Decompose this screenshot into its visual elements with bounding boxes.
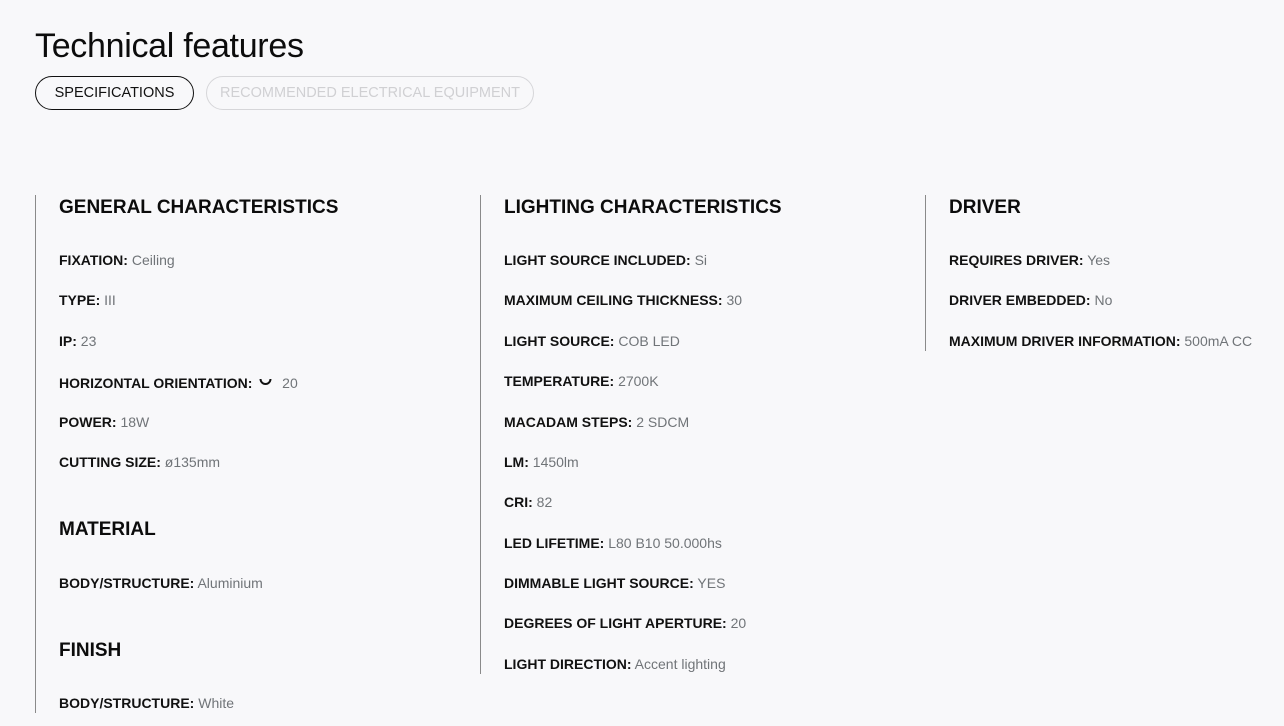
spec-value: No [1094,292,1113,308]
spec-value: 82 [536,494,553,510]
spec-key: DIMMABLE LIGHT SOURCE: [504,575,694,591]
spec-key: BODY/STRUCTURE: [59,695,195,711]
spec-value: 2700K [618,373,659,389]
spec-key: BODY/STRUCTURE: [59,575,195,591]
spec-value: 1450lm [532,454,579,470]
spec-row-led-lifetime: LED LIFETIME: L80 B10 50.000hs [504,534,722,552]
driver-column: DRIVER REQUIRES DRIVER: Yes DRIVER EMBED… [925,195,1275,351]
rotation-arc-icon [259,372,272,385]
spec-value: III [104,292,116,308]
spec-row-light-source-included: LIGHT SOURCE INCLUDED: Si [504,251,707,269]
spec-row-dimmable: DIMMABLE LIGHT SOURCE: YES [504,574,725,592]
spec-value: 23 [80,333,97,349]
spec-row-cutting-size: CUTTING SIZE: ø135mm [59,453,220,471]
spec-value: 20 [282,375,298,391]
spec-key: LIGHT SOURCE INCLUDED: [504,252,691,268]
spec-key: DRIVER EMBEDDED: [949,292,1091,308]
spec-key: LM: [504,454,529,470]
spec-value: 2 SDCM [636,414,690,430]
spec-key: CRI: [504,494,533,510]
spec-key: TYPE: [59,292,101,308]
spec-key: LED LIFETIME: [504,535,605,551]
spec-key: CUTTING SIZE: [59,454,161,470]
tab-recommended-electrical-equipment[interactable]: RECOMMENDED ELECTRICAL EQUIPMENT [206,76,534,110]
spec-value: Aluminium [197,575,263,591]
spec-key: MAXIMUM CEILING THICKNESS: [504,292,723,308]
spec-value: White [198,695,235,711]
material-title: MATERIAL [59,519,156,540]
spec-row-lm: LM: 1450lm [504,453,579,471]
spec-key: TEMPERATURE: [504,373,615,389]
spec-value: L80 B10 50.000hs [608,535,722,551]
spec-key: POWER: [59,414,117,430]
spec-key: LIGHT DIRECTION: [504,656,632,672]
finish-title: FINISH [59,640,122,661]
spec-value: Accent lighting [634,656,726,672]
spec-row-light-aperture: DEGREES OF LIGHT APERTURE: 20 [504,614,746,632]
spec-key: IP: [59,333,77,349]
spec-value: 18W [120,414,150,430]
page-title: Technical features [35,27,304,65]
spec-value: COB LED [618,333,680,349]
spec-row-max-ceiling-thickness: MAXIMUM CEILING THICKNESS: 30 [504,291,742,309]
general-characteristics-title: GENERAL CHARACTERISTICS [59,197,339,218]
spec-value: 30 [726,292,743,308]
spec-value: Yes [1087,252,1111,268]
spec-key: DEGREES OF LIGHT APERTURE: [504,615,727,631]
spec-row-macadam-steps: MACADAM STEPS: 2 SDCM [504,413,689,431]
spec-key: FIXATION: [59,252,128,268]
spec-row-type: TYPE: III [59,291,116,309]
general-column: GENERAL CHARACTERISTICS FIXATION: Ceilin… [35,195,475,713]
spec-value: Ceiling [131,252,175,268]
tab-specifications[interactable]: SPECIFICATIONS [35,76,194,110]
spec-key: MAXIMUM DRIVER INFORMATION: [949,333,1181,349]
spec-key: LIGHT SOURCE: [504,333,615,349]
spec-row-horizontal-orientation: HORIZONTAL ORIENTATION: 20 [59,372,298,392]
spec-value: YES [697,575,726,591]
spec-value: 20 [730,615,747,631]
spec-row-power: POWER: 18W [59,413,149,431]
spec-key: REQUIRES DRIVER: [949,252,1084,268]
lighting-column: LIGHTING CHARACTERISTICS LIGHT SOURCE IN… [480,195,920,674]
spec-value: ø135mm [164,454,221,470]
lighting-characteristics-title: LIGHTING CHARACTERISTICS [504,197,782,218]
spec-row-cri: CRI: 82 [504,493,552,511]
driver-title: DRIVER [949,197,1021,218]
tab-bar: SPECIFICATIONS RECOMMENDED ELECTRICAL EQ… [35,76,534,110]
spec-row-light-direction: LIGHT DIRECTION: Accent lighting [504,655,726,673]
spec-row-fixation: FIXATION: Ceiling [59,251,175,269]
spec-row-ip: IP: 23 [59,332,96,350]
spec-row-temperature: TEMPERATURE: 2700K [504,372,659,390]
spec-row-material-body: BODY/STRUCTURE: Aluminium [59,574,263,592]
spec-row-driver-embedded: DRIVER EMBEDDED: No [949,291,1112,309]
spec-value: Si [694,252,708,268]
spec-row-light-source: LIGHT SOURCE: COB LED [504,332,680,350]
spec-row-max-driver-info: MAXIMUM DRIVER INFORMATION: 500mA CC [949,332,1252,350]
spec-key: MACADAM STEPS: [504,414,633,430]
spec-key: HORIZONTAL ORIENTATION: [59,375,253,391]
spec-row-finish-body: BODY/STRUCTURE: White [59,694,234,712]
spec-value: 500mA CC [1184,333,1253,349]
spec-row-requires-driver: REQUIRES DRIVER: Yes [949,251,1110,269]
